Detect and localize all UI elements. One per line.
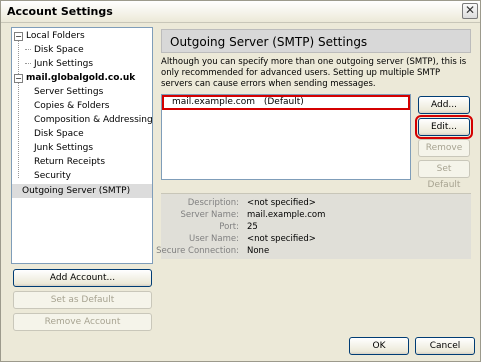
remove-server-button[interactable]: Remove	[418, 139, 470, 157]
tree-item-label: Local Folders	[26, 31, 85, 41]
tree-item-disk-space[interactable]: Disk Space	[12, 43, 152, 57]
tree-item-copies-folders[interactable]: Copies & Folders	[12, 99, 152, 113]
detail-row-secure-connection: Secure Connection: None	[156, 245, 471, 257]
tree-item-label: Security	[34, 171, 71, 181]
tree-item-label: Disk Space	[34, 45, 84, 55]
tree-item-server-settings[interactable]: Server Settings	[12, 85, 152, 99]
server-name: mail.example.com	[172, 97, 255, 107]
tree-item-return-receipts[interactable]: Return Receipts	[12, 155, 152, 169]
tree-item-label: Return Receipts	[34, 157, 106, 167]
panel-title: Outgoing Server (SMTP) Settings	[170, 35, 368, 49]
remove-account-button[interactable]: Remove Account	[13, 313, 152, 331]
collapse-icon[interactable]: −	[14, 74, 23, 83]
set-as-default-button[interactable]: Set as Default	[13, 291, 152, 309]
account-tree[interactable]: − Local Folders Disk Space Junk Settings…	[11, 27, 153, 264]
tree-item-label: Copies & Folders	[34, 101, 110, 111]
server-list-item[interactable]: mail.example.com (Default)	[162, 95, 410, 110]
set-default-server-button[interactable]: Set Default	[418, 160, 470, 190]
tree-item-label: Server Settings	[34, 87, 104, 97]
tree-item-label: Junk Settings	[34, 59, 94, 69]
smtp-server-list[interactable]: mail.example.com (Default)	[161, 94, 411, 180]
detail-label: Server Name:	[180, 210, 239, 220]
tree-item-disk-space-2[interactable]: Disk Space	[12, 127, 152, 141]
edit-server-button[interactable]: Edit...	[415, 115, 473, 139]
detail-row-server-name: Server Name: mail.example.com	[161, 209, 471, 221]
detail-row-user-name: User Name: <not specified>	[161, 233, 471, 245]
close-icon[interactable]: ✕	[462, 3, 478, 19]
detail-label: Secure Connection:	[156, 246, 239, 256]
panel-header: Outgoing Server (SMTP) Settings	[161, 29, 471, 53]
tree-item-label: Composition & Addressing	[34, 115, 153, 125]
tree-item-label: mail.globalgold.co.uk	[26, 73, 136, 83]
window-title: Account Settings	[7, 5, 113, 18]
detail-value: <not specified>	[247, 234, 316, 244]
tree-item-local-folders[interactable]: − Local Folders	[12, 29, 152, 43]
tree-item-label: Junk Settings	[34, 143, 94, 153]
tree-item-composition[interactable]: Composition & Addressing	[12, 113, 153, 127]
collapse-icon[interactable]: −	[14, 32, 23, 41]
cancel-button[interactable]: Cancel	[415, 337, 475, 355]
detail-value: mail.example.com	[247, 210, 326, 220]
detail-row-description: Description: <not specified>	[161, 197, 471, 209]
tree-item-junk-settings-2[interactable]: Junk Settings	[12, 141, 152, 155]
tree-item-account[interactable]: − mail.globalgold.co.uk	[12, 71, 152, 85]
account-settings-window: Account Settings ✕ − Local Folders Disk …	[0, 0, 481, 362]
ok-button[interactable]: OK	[349, 337, 409, 355]
tree-item-security[interactable]: Security	[12, 169, 152, 183]
detail-value: None	[247, 246, 270, 256]
server-default-tag: (Default)	[263, 97, 304, 107]
detail-value: <not specified>	[247, 198, 316, 208]
tree-item-label: Disk Space	[34, 129, 84, 139]
add-account-button[interactable]: Add Account...	[13, 269, 152, 287]
detail-label: User Name:	[188, 234, 239, 244]
detail-label: Description:	[187, 198, 239, 208]
tree-item-junk-settings[interactable]: Junk Settings	[12, 57, 152, 71]
tree-item-label: Outgoing Server (SMTP)	[22, 186, 131, 196]
detail-label: Port:	[219, 222, 239, 232]
tree-item-outgoing-server[interactable]: Outgoing Server (SMTP)	[12, 184, 152, 198]
server-details: Description: <not specified> Server Name…	[156, 193, 471, 259]
detail-value: 25	[247, 222, 258, 232]
panel-description: Although you can specify more than one o…	[161, 57, 467, 89]
add-server-button[interactable]: Add...	[418, 96, 470, 114]
detail-row-port: Port: 25	[161, 221, 471, 233]
title-bar: Account Settings ✕	[1, 1, 480, 23]
